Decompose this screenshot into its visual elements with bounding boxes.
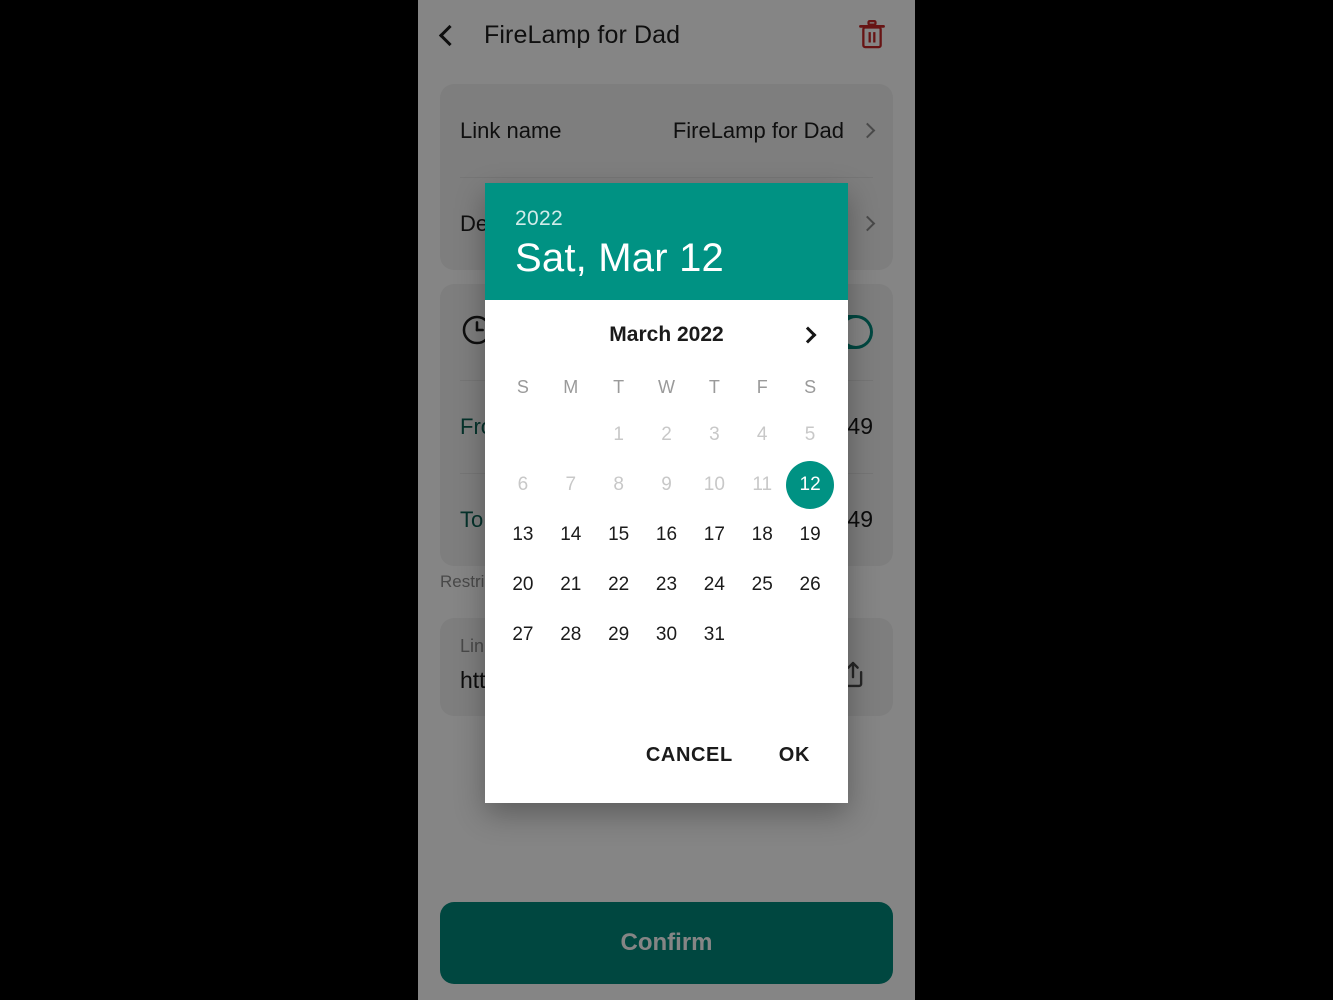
calendar-day[interactable]: 26 [786, 560, 834, 610]
month-label: March 2022 [609, 323, 724, 346]
weekday-header: F [756, 376, 768, 397]
calendar-day: 11 [752, 474, 773, 495]
calendar-day[interactable]: 21 [547, 560, 595, 610]
calendar-day[interactable]: 13 [499, 510, 547, 560]
weekday-header: T [613, 376, 625, 397]
calendar-day: 7 [565, 474, 577, 495]
cancel-button[interactable]: CANCEL [644, 736, 735, 775]
date-picker-body: March 2022 SMTWTFS 1 2 3 4 5 6 7 8 9 10 11 12 13 14 15… [485, 300, 848, 707]
selected-day-number: 12 [799, 474, 821, 495]
ok-button[interactable]: OK [777, 736, 812, 775]
date-picker-year[interactable]: 2022 [515, 207, 818, 231]
calendar-day: 6 [517, 474, 529, 495]
calendar-day: 9 [661, 474, 672, 495]
calendar-day [786, 610, 834, 660]
next-month-button[interactable] [790, 315, 830, 355]
calendar-day: 5 [804, 424, 816, 445]
calendar-day-grid: 1 2 3 4 5 6 7 8 9 10 11 12 13 14 15 16 17 18 19 20 21 22 23 24 2… [499, 410, 835, 660]
calendar-day[interactable]: 28 [547, 610, 595, 660]
date-picker-actions: CANCEL OK [485, 707, 848, 803]
calendar-day[interactable]: 15 [595, 510, 643, 560]
weekday-header: S [516, 376, 529, 397]
weekday-header: W [657, 376, 675, 397]
calendar-day[interactable]: 23 [643, 560, 691, 610]
calendar-day[interactable]: 30 [643, 610, 691, 660]
calendar-day[interactable]: 18 [738, 510, 786, 560]
calendar-day: 2 [661, 424, 672, 445]
chevron-right-icon [799, 326, 817, 344]
calendar-day[interactable]: 22 [595, 560, 643, 610]
calendar-day[interactable]: 16 [643, 510, 691, 560]
phone-viewport: FireLamp for Dad Link name FireLamp for … [418, 0, 915, 1000]
weekday-header: S [804, 376, 817, 397]
calendar-day[interactable]: 24 [690, 560, 738, 610]
calendar-day: 8 [613, 474, 624, 495]
calendar-day: 10 [703, 474, 725, 495]
calendar-day[interactable]: 31 [690, 610, 738, 660]
calendar-day [547, 410, 595, 460]
calendar-day: 4 [756, 424, 768, 445]
calendar-day[interactable]: 27 [499, 610, 547, 660]
calendar-day: 3 [709, 424, 720, 445]
calendar-day[interactable]: 29 [595, 610, 643, 660]
calendar-day[interactable]: 25 [738, 560, 786, 610]
calendar-day [499, 410, 547, 460]
weekday-header-row: SMTWTFS [499, 364, 834, 410]
weekday-header: T [708, 376, 720, 397]
calendar-day[interactable]: 20 [499, 560, 547, 610]
calendar-day[interactable]: 19 [786, 510, 834, 560]
calendar-day[interactable]: 14 [547, 510, 595, 560]
calendar-day-selected[interactable]: 12 [786, 460, 835, 510]
month-navigation-bar: March 2022 [499, 306, 834, 364]
calendar-day [738, 610, 786, 660]
date-picker-selected-date[interactable]: Sat, Mar 12 [515, 235, 818, 281]
date-picker-dialog: 2022 Sat, Mar 12 March 2022 SMTWTFS 1234… [485, 183, 848, 803]
weekday-header: M [563, 376, 579, 397]
date-picker-header: 2022 Sat, Mar 12 [485, 183, 848, 300]
screen-root: FireLamp for Dad Link name FireLamp for … [0, 0, 1333, 1000]
calendar-day[interactable]: 17 [690, 510, 738, 560]
calendar-day: 1 [613, 424, 624, 445]
